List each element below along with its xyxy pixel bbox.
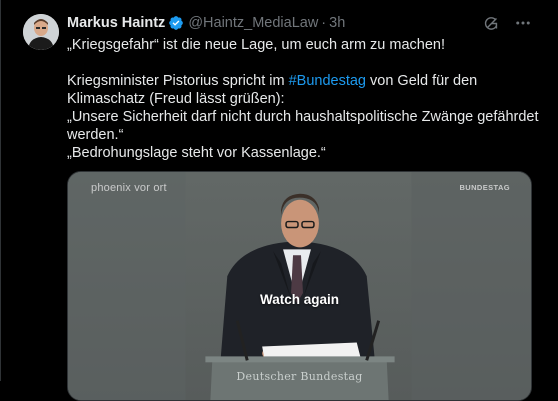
video-player[interactable]: phoenix vor ort BUNDESTAG Watch again De…: [67, 171, 532, 401]
hashtag-link[interactable]: #Bundestag: [289, 73, 366, 89]
verified-badge-icon[interactable]: [168, 15, 184, 31]
avatar[interactable]: [23, 14, 59, 50]
post-line-part: von Geld für den: [365, 73, 478, 89]
post-actions: [482, 14, 532, 32]
post-line-part: Kriegsminister Pistorius spricht im: [67, 73, 289, 89]
more-horizontal-icon[interactable]: [514, 14, 532, 32]
post-header: Markus Haintz @Haintz_MediaLaw · 3h: [67, 13, 345, 33]
post-line: „Unsere Sicherheit darf nicht durch haus…: [67, 109, 539, 125]
post-timestamp[interactable]: 3h: [329, 15, 345, 31]
author-name[interactable]: Markus Haintz: [67, 15, 165, 31]
post-text: „Kriegsgefahr“ ist die neue Lage, um euc…: [67, 36, 547, 162]
post-line: „Bedrohungslage steht vor Kassenlage.“: [67, 145, 326, 161]
post-line: Klimaschatz (Freud lässt grüßen):: [67, 91, 285, 107]
lectern-inscription: Deutscher Bundestag: [236, 370, 363, 383]
author-handle[interactable]: @Haintz_MediaLaw: [188, 15, 318, 31]
watch-again-button[interactable]: Watch again: [68, 292, 531, 307]
separator-dot: ·: [321, 15, 327, 31]
post-line: Kriegsminister Pistorius spricht im #Bun…: [67, 72, 547, 90]
post-line: „Kriegsgefahr“ ist die neue Lage, um euc…: [67, 37, 446, 53]
post-line: werden.“: [67, 127, 124, 143]
tweet[interactable]: Markus Haintz @Haintz_MediaLaw · 3h „Kri…: [0, 0, 558, 401]
video-frame: [68, 172, 531, 400]
broadcaster-watermark: phoenix vor ort: [91, 182, 167, 194]
channel-watermark: BUNDESTAG: [459, 183, 510, 192]
avatar-image: [23, 14, 59, 50]
grok-icon[interactable]: [482, 14, 500, 32]
